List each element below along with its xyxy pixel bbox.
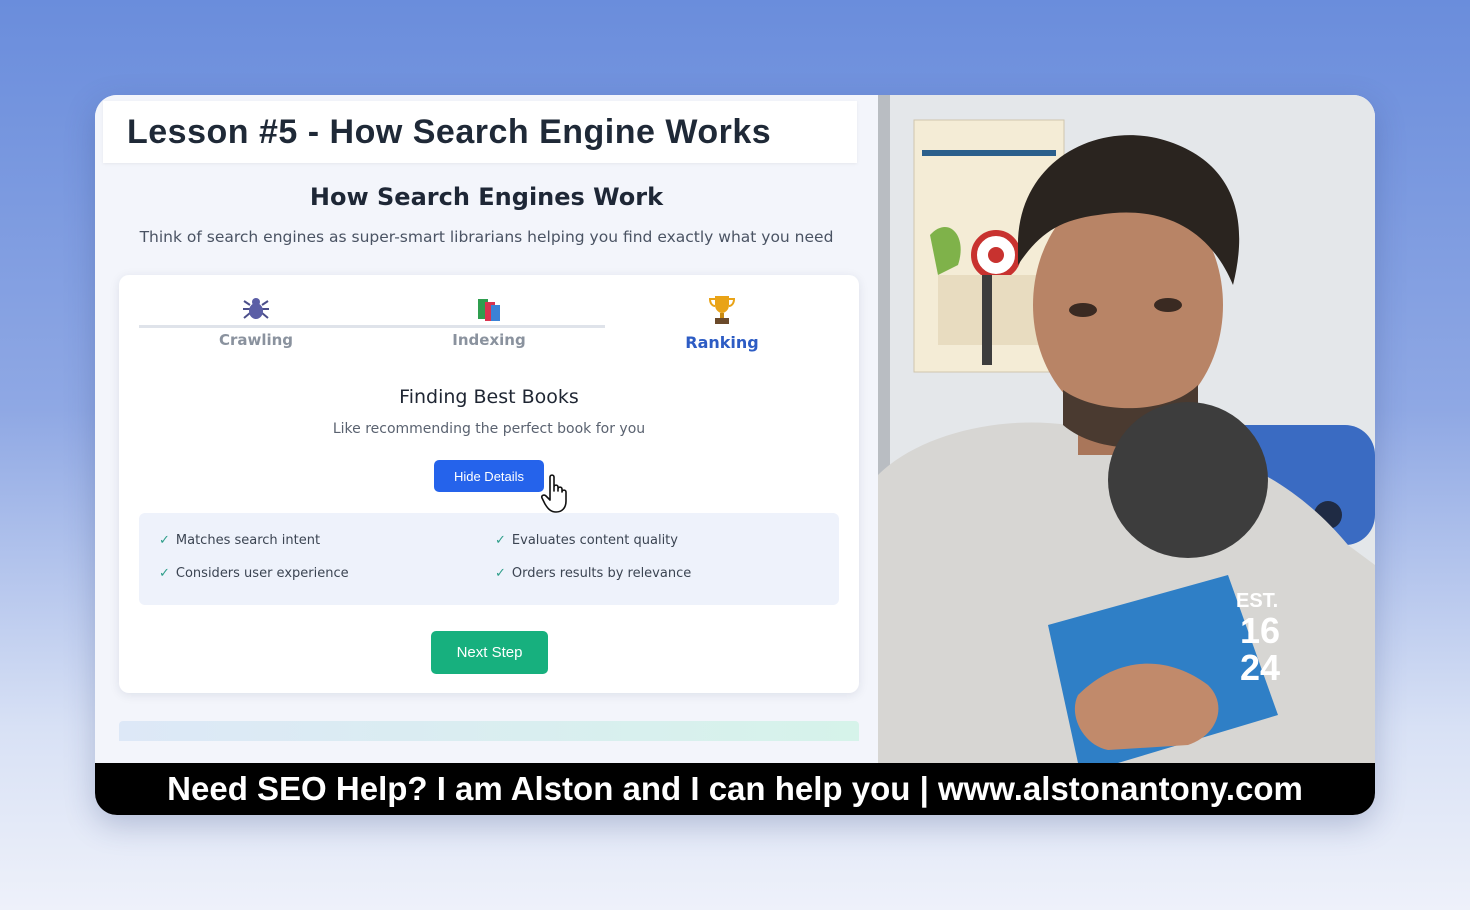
caption-text: Need SEO Help? I am Alston and I can hel… bbox=[167, 770, 1303, 807]
page-title: How Search Engines Work bbox=[309, 183, 664, 211]
detail-item: ✓ Evaluates content quality bbox=[495, 533, 678, 548]
svg-text:16: 16 bbox=[1240, 610, 1280, 651]
stage-title: Finding Best Books bbox=[399, 386, 579, 408]
step-indexing[interactable]: Indexing bbox=[389, 293, 589, 349]
step-crawling[interactable]: Crawling bbox=[156, 293, 356, 349]
details-panel: ✓ Matches search intent ✓ Evaluates conten… bbox=[139, 513, 839, 605]
detail-item: ✓ Orders results by relevance bbox=[495, 566, 692, 581]
stage-subtitle: Like recommending the perfect book for y… bbox=[332, 421, 646, 437]
hand-cursor-icon bbox=[541, 474, 567, 513]
svg-text:EST.: EST. bbox=[1236, 590, 1278, 612]
step-label: Ranking bbox=[685, 333, 759, 352]
step-label: Indexing bbox=[452, 331, 526, 349]
svg-text:24: 24 bbox=[1240, 647, 1280, 688]
lesson-title: Lesson #5 - How Search Engine Works bbox=[127, 112, 772, 151]
step-label: Crawling bbox=[218, 331, 294, 349]
video-frame: Lesson #5 - How Search Engine Works How … bbox=[95, 95, 1375, 815]
trophy-icon bbox=[622, 293, 822, 329]
spider-icon bbox=[156, 293, 356, 329]
detail-item: ✓ Matches search intent bbox=[159, 533, 321, 548]
step-ranking[interactable]: Ranking bbox=[622, 293, 822, 352]
check-icon: ✓ bbox=[159, 566, 170, 581]
check-icon: ✓ bbox=[159, 533, 170, 548]
books-icon bbox=[389, 293, 589, 329]
slide-panel: Lesson #5 - How Search Engine Works How … bbox=[95, 95, 878, 763]
next-section-peek bbox=[119, 721, 859, 741]
presenter-video-image: EST. 16 24 bbox=[878, 95, 1375, 763]
check-icon: ✓ bbox=[495, 533, 506, 548]
detail-item: ✓ Considers user experience bbox=[159, 566, 349, 581]
check-icon: ✓ bbox=[495, 566, 506, 581]
presenter-webcam: EST. 16 24 bbox=[878, 95, 1375, 763]
hide-details-button[interactable]: Hide Details bbox=[434, 460, 544, 492]
caption-bar: Need SEO Help? I am Alston and I can hel… bbox=[95, 763, 1375, 815]
lesson-banner: Lesson #5 - How Search Engine Works bbox=[103, 101, 857, 163]
process-card: Crawling Indexing Ranking Finding Best B… bbox=[119, 275, 859, 693]
page-subtitle: Think of search engines as super-smart l… bbox=[139, 228, 834, 246]
next-step-button[interactable]: Next Step bbox=[431, 631, 548, 674]
